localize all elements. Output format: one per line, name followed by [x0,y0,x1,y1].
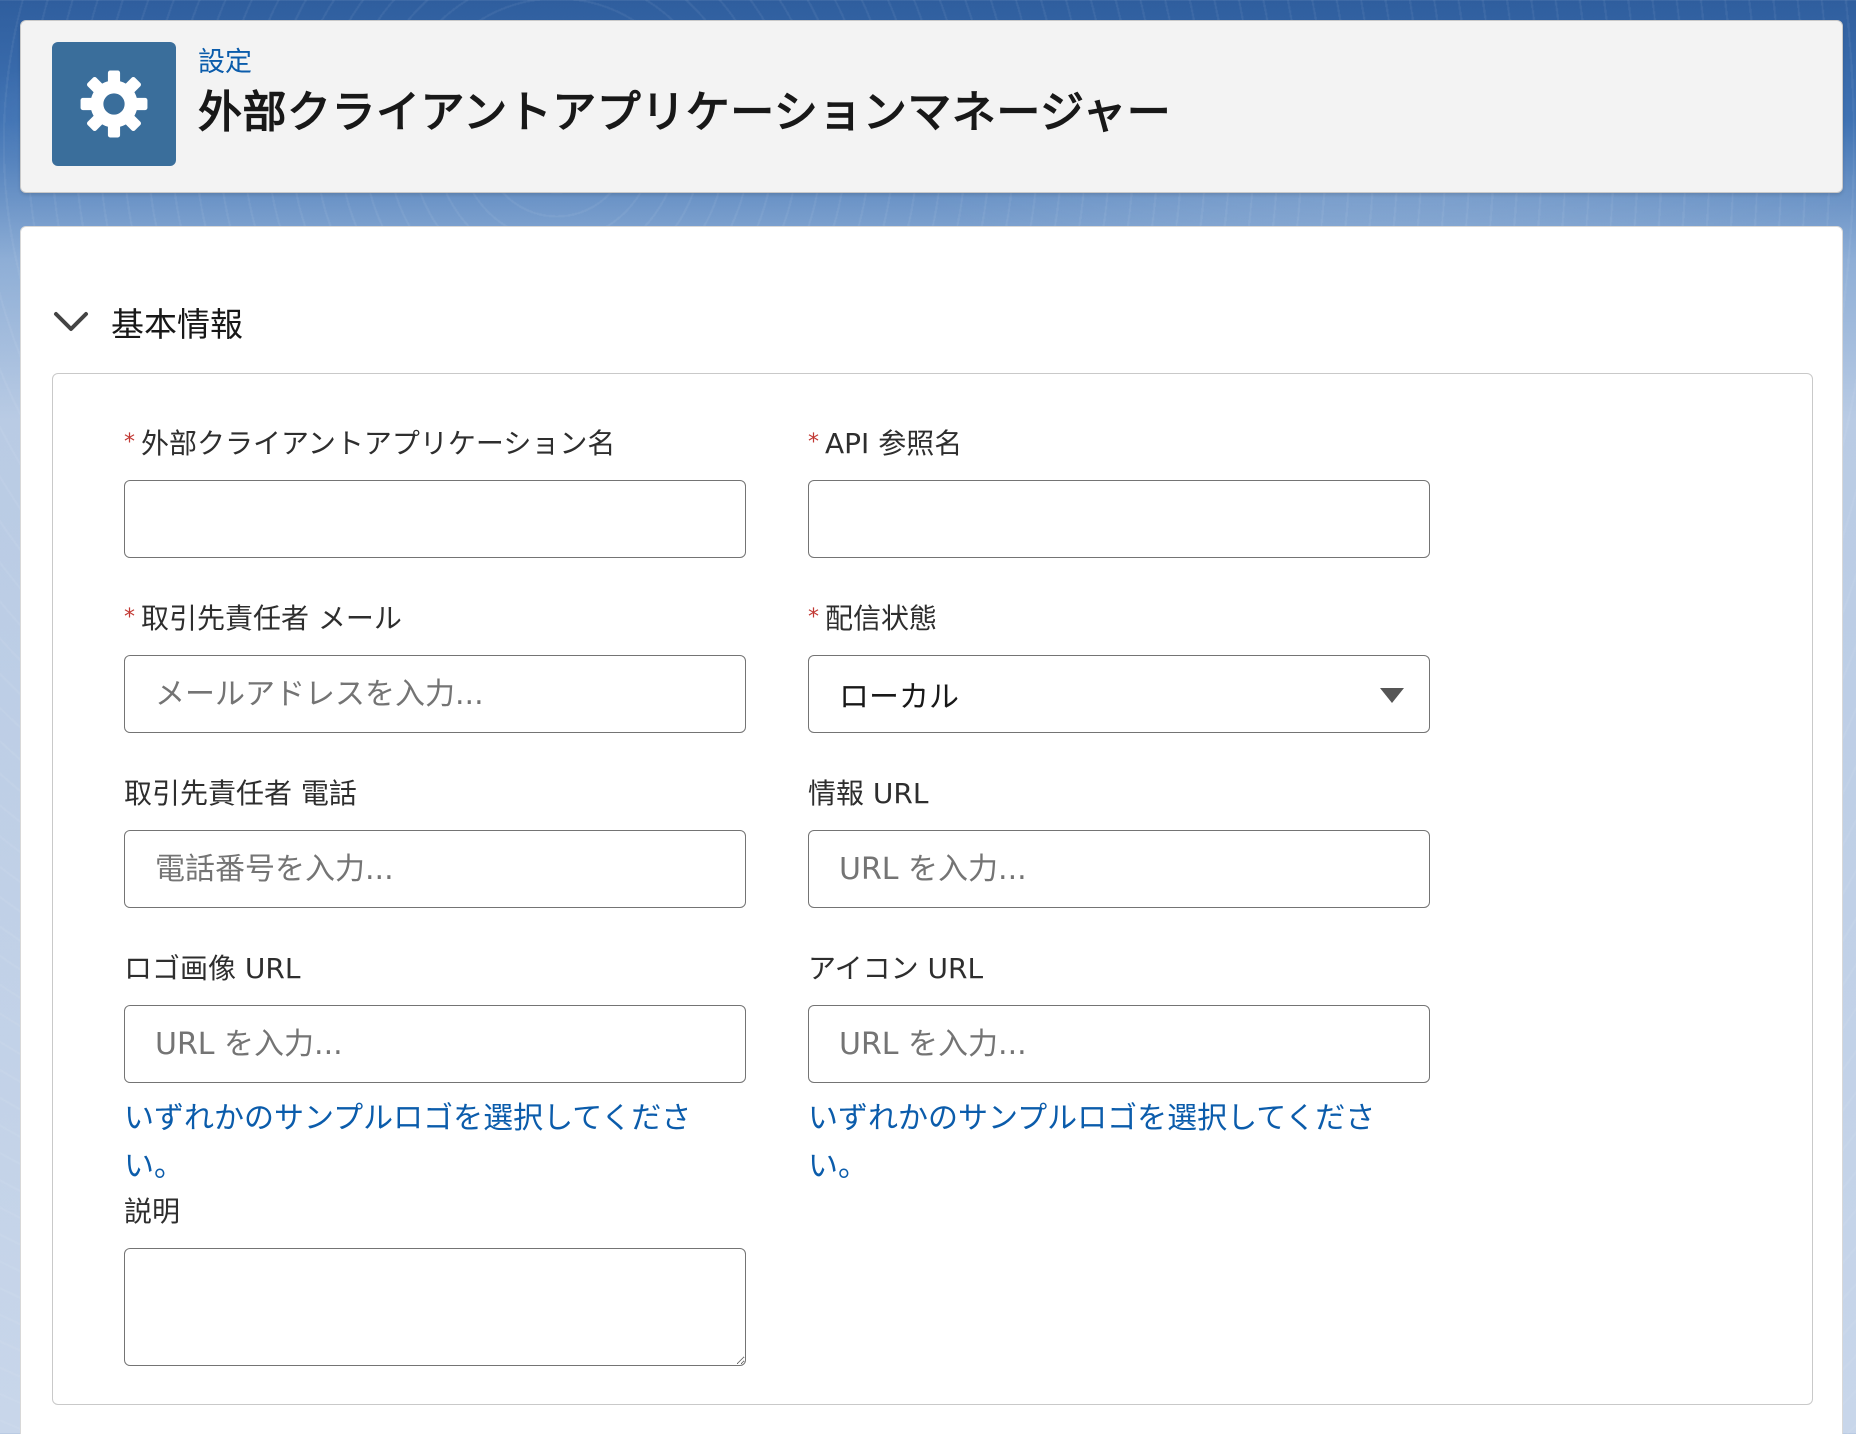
header-icon-tile [52,42,176,166]
basic-info-section: * 外部クライアントアプリケーション名 * API 参照名 * 取引先責任者 メール … [52,373,1813,1405]
logo-url-input[interactable] [124,1005,746,1083]
section-title: 基本情報 [111,305,243,344]
required-marker: * [808,430,819,455]
distribution-state-select[interactable]: ローカル [808,655,1430,733]
caret-down-icon [1380,688,1404,703]
logo-url-label: ロゴ画像 URL [124,952,301,985]
distribution-state-value: ローカル [839,680,959,715]
distribution-state-label: * 配信状態 [808,602,938,635]
field-contact-email: * 取引先責任者 メール [124,599,746,733]
description-textarea[interactable] [124,1248,746,1366]
contact-email-input[interactable] [124,655,746,733]
field-icon-url: アイコン URL いずれかのサンプルロゴを選択してください。 [808,949,1430,1191]
field-distribution-state: * 配信状態 ローカル [808,599,1430,733]
page-title: 外部クライアントアプリケーションマネージャー [198,87,1172,138]
field-description: 説明 [124,1192,746,1366]
main-card: 基本情報 * 外部クライアントアプリケーション名 * API 参照名 * 取引先責任者… [20,226,1843,1434]
gear-icon [80,70,148,138]
field-logo-url: ロゴ画像 URL いずれかのサンプルロゴを選択してください。 [124,949,746,1191]
required-marker: * [808,605,819,630]
page-header: 設定 外部クライアントアプリケーションマネージャー [20,20,1843,193]
chevron-down-icon [53,304,89,340]
select-sample-icon-link[interactable]: いずれかのサンプルロゴを選択してください。 [808,1095,1430,1191]
icon-url-label: アイコン URL [808,952,984,985]
section-toggle-basic-info[interactable]: 基本情報 [53,297,243,347]
select-sample-logo-link[interactable]: いずれかのサンプルロゴを選択してください。 [124,1095,746,1191]
api-name-label: * API 参照名 [808,427,963,460]
app-name-label: * 外部クライアントアプリケーション名 [124,427,616,460]
required-marker: * [124,430,135,455]
field-info-url: 情報 URL [808,774,1430,908]
contact-phone-input[interactable] [124,830,746,908]
breadcrumb-setup[interactable]: 設定 [198,47,252,79]
api-name-input[interactable] [808,480,1430,558]
contact-email-label: * 取引先責任者 メール [124,602,402,635]
icon-url-input[interactable] [808,1005,1430,1083]
info-url-label: 情報 URL [808,777,929,810]
app-name-input[interactable] [124,480,746,558]
contact-phone-label: 取引先責任者 電話 [124,777,357,810]
required-marker: * [124,605,135,630]
field-contact-phone: 取引先責任者 電話 [124,774,746,908]
description-label: 説明 [124,1195,181,1228]
field-app-name: * 外部クライアントアプリケーション名 [124,424,746,558]
info-url-input[interactable] [808,830,1430,908]
field-api-name: * API 参照名 [808,424,1430,558]
